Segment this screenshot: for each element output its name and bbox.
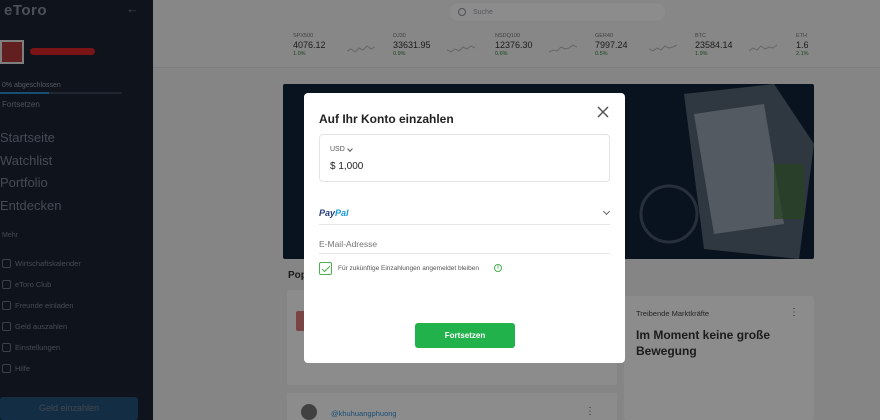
chevron-down-icon bbox=[346, 145, 353, 152]
deposit-modal: Auf Ihr Konto einzahlen USD $ 1,000 PayP… bbox=[304, 93, 625, 363]
divider bbox=[319, 224, 610, 225]
modal-title: Auf Ihr Konto einzahlen bbox=[319, 112, 454, 126]
close-icon[interactable] bbox=[596, 105, 610, 119]
divider bbox=[319, 253, 610, 254]
amount-field[interactable]: USD $ 1,000 bbox=[319, 134, 610, 182]
paypal-logo[interactable]: PayPal bbox=[319, 208, 349, 218]
remember-checkbox[interactable] bbox=[319, 262, 332, 275]
continue-button[interactable]: Fortsetzen bbox=[415, 323, 515, 348]
paypal-logo-part2: Pal bbox=[335, 208, 349, 218]
currency-select[interactable]: USD bbox=[330, 145, 353, 153]
currency-value: USD bbox=[330, 146, 345, 153]
chevron-down-icon[interactable] bbox=[602, 207, 611, 216]
remember-checkbox-label[interactable]: Für zukünftige Einzahlungen angemeldet b… bbox=[338, 265, 479, 272]
email-field[interactable] bbox=[319, 239, 610, 249]
amount-value: $ 1,000 bbox=[330, 161, 364, 172]
info-icon[interactable]: i bbox=[494, 264, 502, 272]
paypal-logo-part1: Pay bbox=[319, 208, 336, 218]
